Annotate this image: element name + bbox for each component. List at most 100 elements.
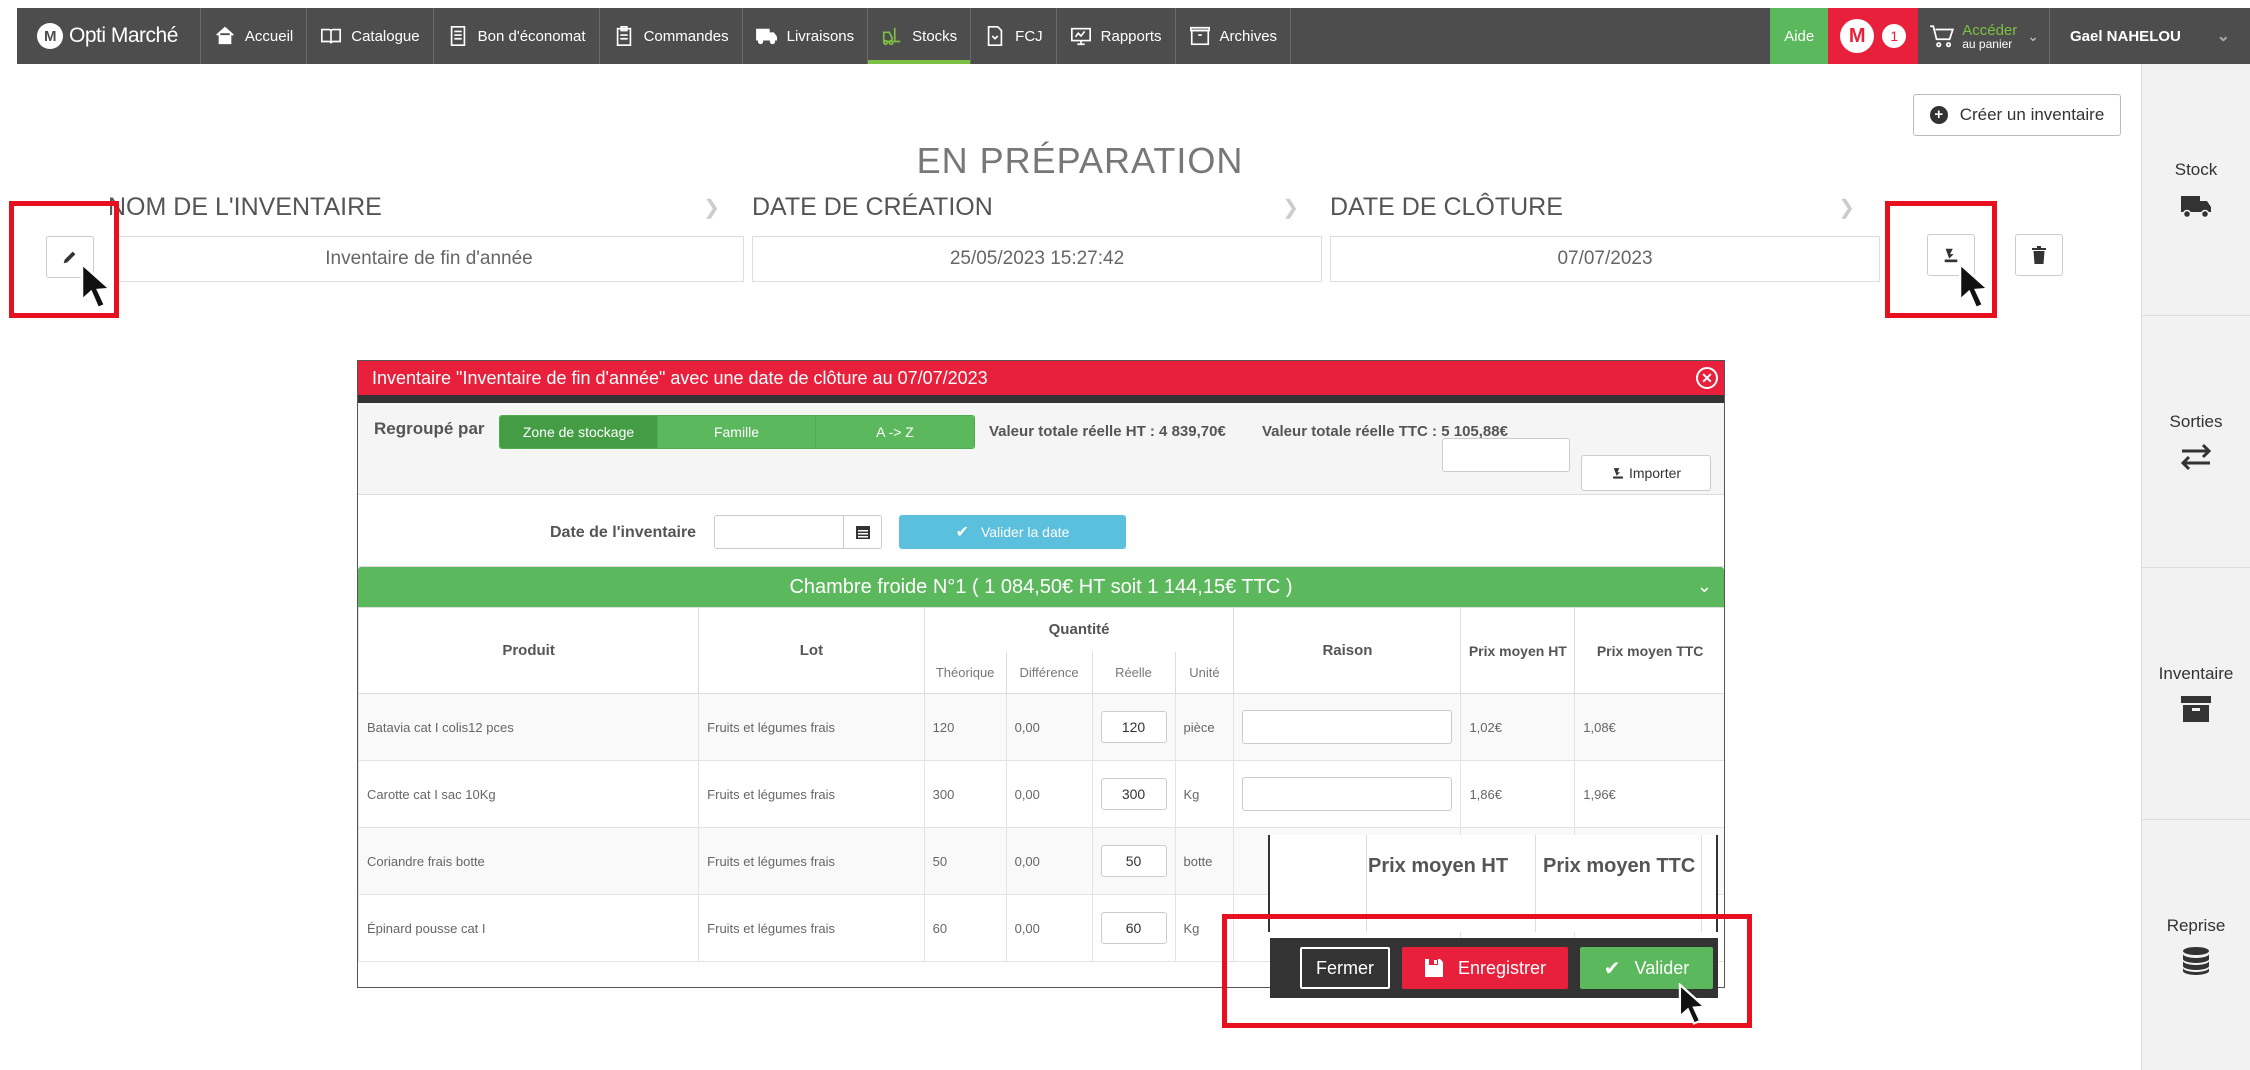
cell-unite: Kg	[1174, 760, 1235, 828]
modal-header: Inventaire "Inventaire de fin d'année" a…	[358, 361, 1724, 395]
user-name: Gael NAHELOU	[2070, 27, 2181, 45]
inventory-status-heading: EN PRÉPARATION	[916, 140, 1244, 181]
import-button[interactable]: Importer	[1581, 455, 1711, 491]
cell-produit: Batavia cat I colis12 pces	[358, 693, 700, 761]
sticky-header-prix-ttc: Prix moyen TTC	[1543, 855, 1696, 877]
th-quantite: Quantité	[923, 607, 1235, 652]
close-icon[interactable]: ✕	[1696, 367, 1718, 389]
sidebar-item-sorties[interactable]: Sorties	[2142, 316, 2250, 568]
cell-prix-ttc: 1,08€	[1574, 693, 1724, 761]
th-theorique: Théorique	[923, 651, 1007, 694]
cell-difference: 0,00	[1005, 760, 1093, 828]
calendar-icon	[855, 526, 870, 539]
creation-date-field: 25/05/2023 15:27:42	[752, 236, 1322, 282]
sidebar-item-stock[interactable]: Stock	[2142, 64, 2250, 316]
nav-item-bon-economat[interactable]: Bon d'économat	[434, 8, 600, 64]
table-row: Batavia cat I colis12 pces Fruits et lég…	[358, 693, 1724, 761]
delete-inventory-button[interactable]	[2015, 234, 2063, 276]
cell-lot: Fruits et légumes frais	[698, 827, 925, 895]
chevron-down-icon: ❯	[1282, 197, 1299, 219]
inventory-date-input[interactable]	[714, 515, 844, 549]
sticky-header-prix-ht: Prix moyen HT	[1368, 855, 1509, 877]
cart-label-line2: au panier	[1962, 36, 2013, 51]
import-file-input[interactable]	[1442, 438, 1570, 472]
cart-icon	[1930, 25, 1955, 48]
plus-circle-icon: +	[1929, 106, 1948, 124]
column-header-label: NOM DE L'INVENTAIRE	[108, 193, 382, 221]
nav-item-rapports[interactable]: Rapports	[1057, 8, 1176, 64]
nav-item-archives[interactable]: Archives	[1176, 8, 1292, 64]
th-prix-moyen-ttc: Prix moyen TTC	[1574, 607, 1724, 694]
th-produit: Produit	[358, 607, 700, 694]
check-icon: ✔	[955, 524, 969, 541]
column-header-name[interactable]: NOM DE L'INVENTAIRE ❯	[108, 193, 720, 222]
document-icon	[450, 26, 465, 46]
quantity-input[interactable]: 300	[1100, 778, 1167, 810]
archive-icon	[1189, 26, 1210, 46]
cell-lot: Fruits et légumes frais	[698, 693, 925, 761]
notifications-button[interactable]: M 1	[1828, 8, 1919, 64]
cart-button[interactable]: Accéder au panier ⌄	[1918, 8, 2050, 64]
mouse-cursor-icon	[1678, 983, 1708, 1025]
group-by-az-button[interactable]: A -> Z	[816, 416, 974, 448]
nav-label: Rapports	[1100, 27, 1162, 45]
nav-item-stocks[interactable]: Stocks	[868, 8, 972, 64]
column-header-created[interactable]: DATE DE CRÉATION ❯	[752, 193, 1299, 222]
help-button[interactable]: Aide	[1770, 8, 1829, 64]
inventory-date-row: Date de l'inventaire ✔ Valider la date	[358, 495, 1724, 567]
nav-item-catalogue[interactable]: Catalogue	[307, 8, 434, 64]
group-by-selector: Zone de stockage Famille A -> Z	[499, 415, 975, 449]
nav-item-fcj[interactable]: FCJ	[971, 8, 1057, 64]
sidebar-label: Sorties	[2169, 411, 2223, 431]
zone-header-bar[interactable]: Chambre froide N°1 ( 1 084,50€ HT soit 1…	[358, 567, 1724, 607]
th-unite: Unité	[1174, 651, 1235, 694]
right-sidebar: Stock Sorties Inventaire Reprise	[2141, 64, 2250, 1070]
nav-label: Accueil	[244, 27, 294, 45]
import-icon	[1613, 468, 1623, 479]
closing-date-field[interactable]: 07/07/2023	[1330, 236, 1880, 282]
quantity-input[interactable]: 50	[1100, 845, 1167, 877]
cell-theorique: 300	[923, 760, 1007, 828]
nav-item-accueil[interactable]: Accueil	[201, 8, 308, 64]
reason-input[interactable]	[1242, 777, 1453, 811]
quantity-input[interactable]: 120	[1100, 711, 1167, 743]
inventory-name-field[interactable]: Inventaire de fin d'année	[114, 236, 744, 282]
th-raison: Raison	[1233, 607, 1462, 694]
mouse-cursor-icon	[80, 262, 114, 310]
cell-prix-ht: 1,86€	[1460, 760, 1576, 828]
th-difference: Différence	[1005, 651, 1093, 694]
nav-item-commandes[interactable]: Commandes	[600, 8, 743, 64]
cell-difference: 0,00	[1005, 894, 1093, 962]
nav-label: Bon d'économat	[477, 27, 586, 45]
validate-date-label: Valider la date	[980, 524, 1070, 540]
group-by-zone-button[interactable]: Zone de stockage	[500, 416, 658, 448]
reason-input[interactable]	[1242, 710, 1453, 744]
sidebar-item-inventaire[interactable]: Inventaire	[2142, 568, 2250, 820]
th-reelle: Réelle	[1091, 651, 1176, 694]
cell-theorique: 120	[923, 693, 1007, 761]
file-icon	[987, 26, 1003, 46]
zone-title: Chambre froide N°1 ( 1 084,50€ HT soit 1…	[789, 575, 1293, 598]
calendar-button[interactable]	[844, 515, 882, 549]
column-header-closing[interactable]: DATE DE CLÔTURE ❯	[1330, 193, 1855, 222]
brand-logo-icon: M	[37, 23, 63, 49]
create-inventory-button[interactable]: + Créer un inventaire	[1913, 94, 2121, 136]
inventory-date-label: Date de l'inventaire	[550, 524, 697, 541]
sidebar-item-reprise[interactable]: Reprise	[2142, 820, 2250, 1070]
chevron-down-icon: ⌄	[2216, 28, 2230, 45]
quantity-input[interactable]: 60	[1100, 912, 1167, 944]
archive-box-icon	[2181, 695, 2211, 722]
nav-item-livraisons[interactable]: Livraisons	[743, 8, 869, 64]
truck-icon	[755, 28, 777, 45]
user-menu[interactable]: Gael NAHELOU ⌄	[2050, 8, 2250, 64]
group-by-famille-button[interactable]: Famille	[658, 416, 816, 448]
th-prix-moyen-ht: Prix moyen HT	[1460, 607, 1576, 694]
cell-unite: pièce	[1174, 693, 1235, 761]
brand-logo[interactable]: M Opti Marché	[17, 8, 201, 64]
validate-date-button[interactable]: ✔ Valider la date	[899, 515, 1126, 549]
nav-label: FCJ	[1015, 27, 1043, 45]
chevron-down-icon: ❯	[1838, 197, 1855, 219]
sidebar-label: Reprise	[2166, 915, 2226, 935]
cell-unite: botte	[1174, 827, 1235, 895]
nav-label: Livraisons	[786, 27, 855, 45]
